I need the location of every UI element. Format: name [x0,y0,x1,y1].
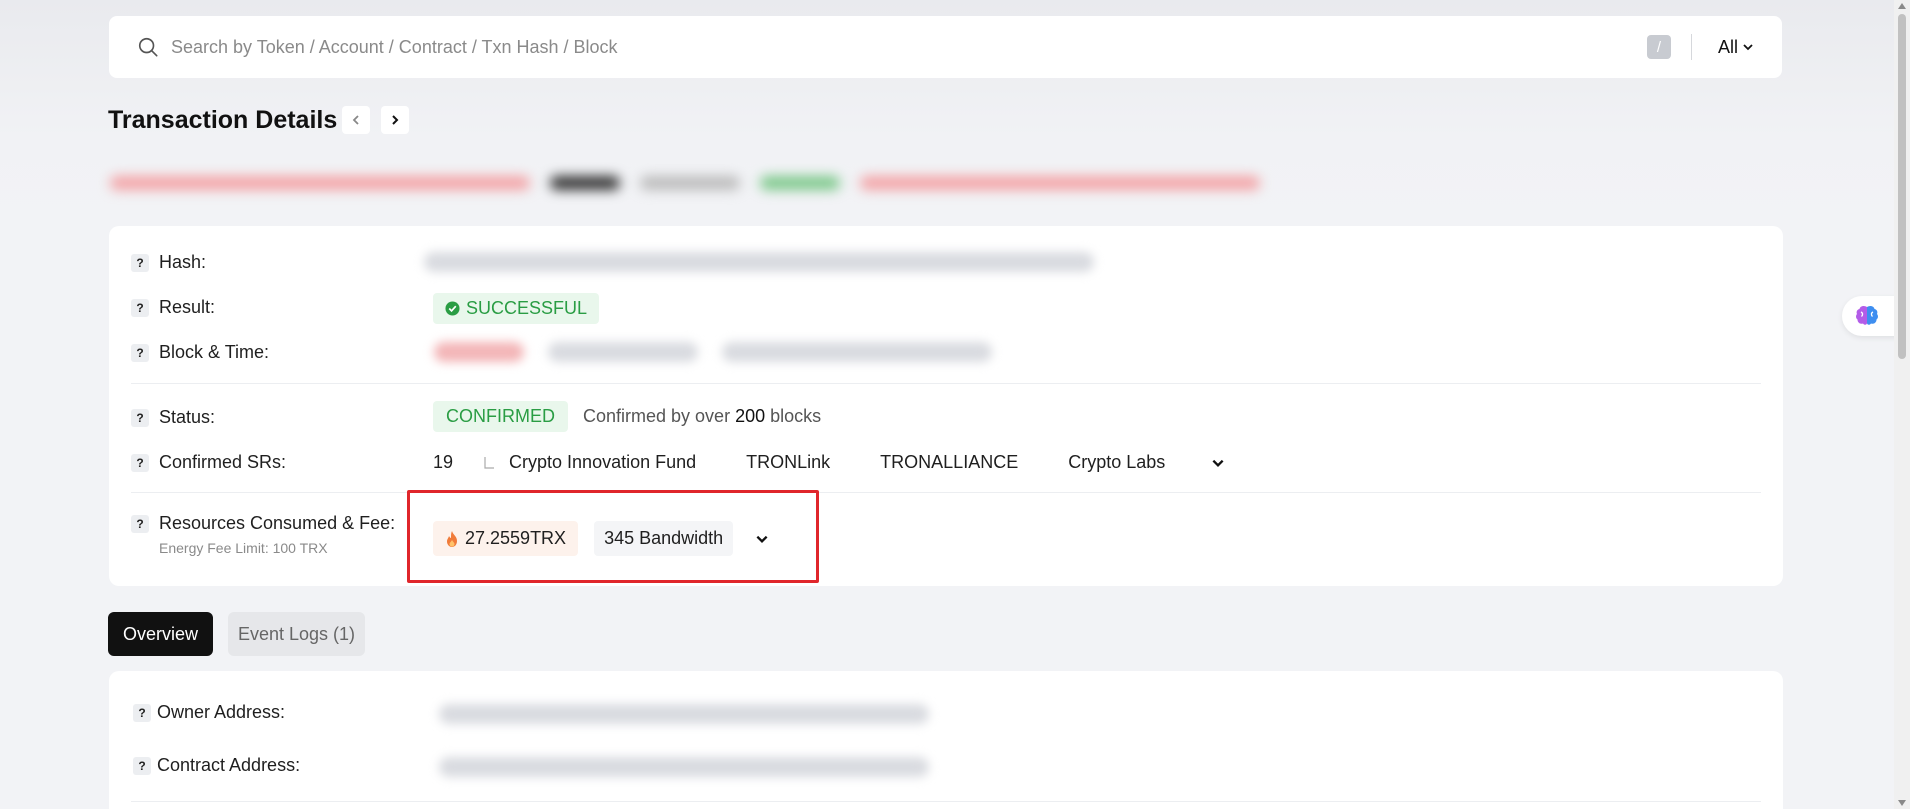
owner-address-value[interactable] [439,704,929,724]
confirmed-prefix: Confirmed by over [583,406,731,426]
resources-label: Resources Consumed & Fee: [159,513,396,533]
prev-transaction-button[interactable] [342,106,370,134]
section-divider [131,383,1761,384]
brain-icon [1856,305,1878,325]
block-time-label: Block & Time: [159,342,270,362]
redacted-block-number[interactable] [434,342,524,362]
search-shortcut-key: / [1646,35,1671,59]
help-icon[interactable]: ? [131,298,149,317]
sr-item[interactable]: TRONLink [746,452,830,473]
result-text: SUCCESSFUL [466,298,588,318]
search-filter-select[interactable]: All [1718,37,1754,58]
result-badge: SUCCESSFUL [433,293,600,324]
resources-row: ? Resources Consumed & Fee: Energy Fee L… [131,513,395,556]
sr-item[interactable]: TRONALLIANCE [880,452,1018,473]
status-value: CONFIRMED Confirmed by over 200 blocks [433,401,821,432]
contract-address-value[interactable] [439,757,929,777]
page-scrollbar[interactable] [1894,0,1910,809]
confirmed-srs-label: Confirmed SRs: [159,452,287,472]
check-circle-icon [445,301,460,316]
sr-item[interactable]: Crypto Labs [1068,452,1165,473]
section-divider [131,492,1761,493]
confirmed-suffix: blocks [770,406,822,426]
section-divider [131,801,1761,802]
sr-item[interactable]: Crypto Innovation Fund [509,452,696,473]
search-input[interactable] [171,36,1647,58]
search-bar: / All [109,16,1782,78]
scroll-up-arrow[interactable] [1898,3,1906,9]
redacted-summary-strip [110,170,1360,196]
help-icon[interactable]: ? [131,453,149,472]
search-divider [1690,34,1692,60]
hash-row: ? Hash: [131,252,206,273]
scroll-down-arrow[interactable] [1898,800,1906,806]
page-title: Transaction Details [108,106,338,134]
status-row: ? Status: [131,407,215,428]
next-transaction-button[interactable] [381,106,409,134]
confirmed-srs-row: ? Confirmed SRs: [131,452,286,473]
sr-count: 19 [433,452,454,472]
redacted-contract-address [439,757,929,777]
confirmed-count: 200 [735,406,766,426]
ai-assistant-widget[interactable] [1842,296,1902,336]
help-icon[interactable]: ? [131,253,149,272]
help-icon[interactable]: ? [133,756,151,775]
energy-fee-limit-note: Energy Fee Limit: 100 TRX [159,540,328,556]
result-value: SUCCESSFUL [433,293,600,324]
block-time-value [434,342,992,362]
sr-list: 19 Crypto Innovation Fund TRONLink TRONA… [433,452,1225,473]
status-badge: CONFIRMED [433,401,568,432]
transaction-summary-card: ? Hash: ? Result: SUCCESSFUL ? Block & T… [109,226,1783,586]
hash-value[interactable] [424,252,1094,272]
confirmed-srs-value: 19 Crypto Innovation Fund TRONLink TRONA… [433,452,1225,473]
search-filter-label: All [1717,36,1738,57]
help-icon[interactable]: ? [131,408,149,427]
redacted-time [548,342,698,362]
hash-label: Hash: [159,252,207,272]
resources-highlight-box [407,490,819,583]
help-icon[interactable]: ? [133,703,151,722]
search-icon [138,37,158,57]
chevron-right-icon [392,115,399,125]
srs-expand-chevron-icon[interactable] [1211,456,1225,470]
redacted-owner-address [439,704,929,724]
result-row: ? Result: [131,297,215,318]
help-icon[interactable]: ? [131,343,149,362]
result-label: Result: [159,297,216,317]
chevron-left-icon [352,115,359,125]
owner-address-row: ? Owner Address: [133,702,285,723]
help-icon[interactable]: ? [131,515,149,533]
contract-address-row: ? Contract Address: [133,755,300,776]
tab-overview[interactable]: Overview [108,612,213,656]
overview-card: ? Owner Address: ? Contract Address: [109,671,1783,809]
tree-branch-icon [484,456,495,469]
redacted-hash [424,252,1094,272]
tab-event-logs[interactable]: Event Logs (1) [228,612,365,656]
block-time-row: ? Block & Time: [131,342,269,363]
chevron-down-icon [1743,44,1753,51]
owner-address-label: Owner Address: [157,702,286,722]
contract-address-label: Contract Address: [157,755,301,775]
status-label: Status: [159,407,216,427]
redacted-date [722,342,992,362]
scrollbar-thumb[interactable] [1898,14,1906,359]
